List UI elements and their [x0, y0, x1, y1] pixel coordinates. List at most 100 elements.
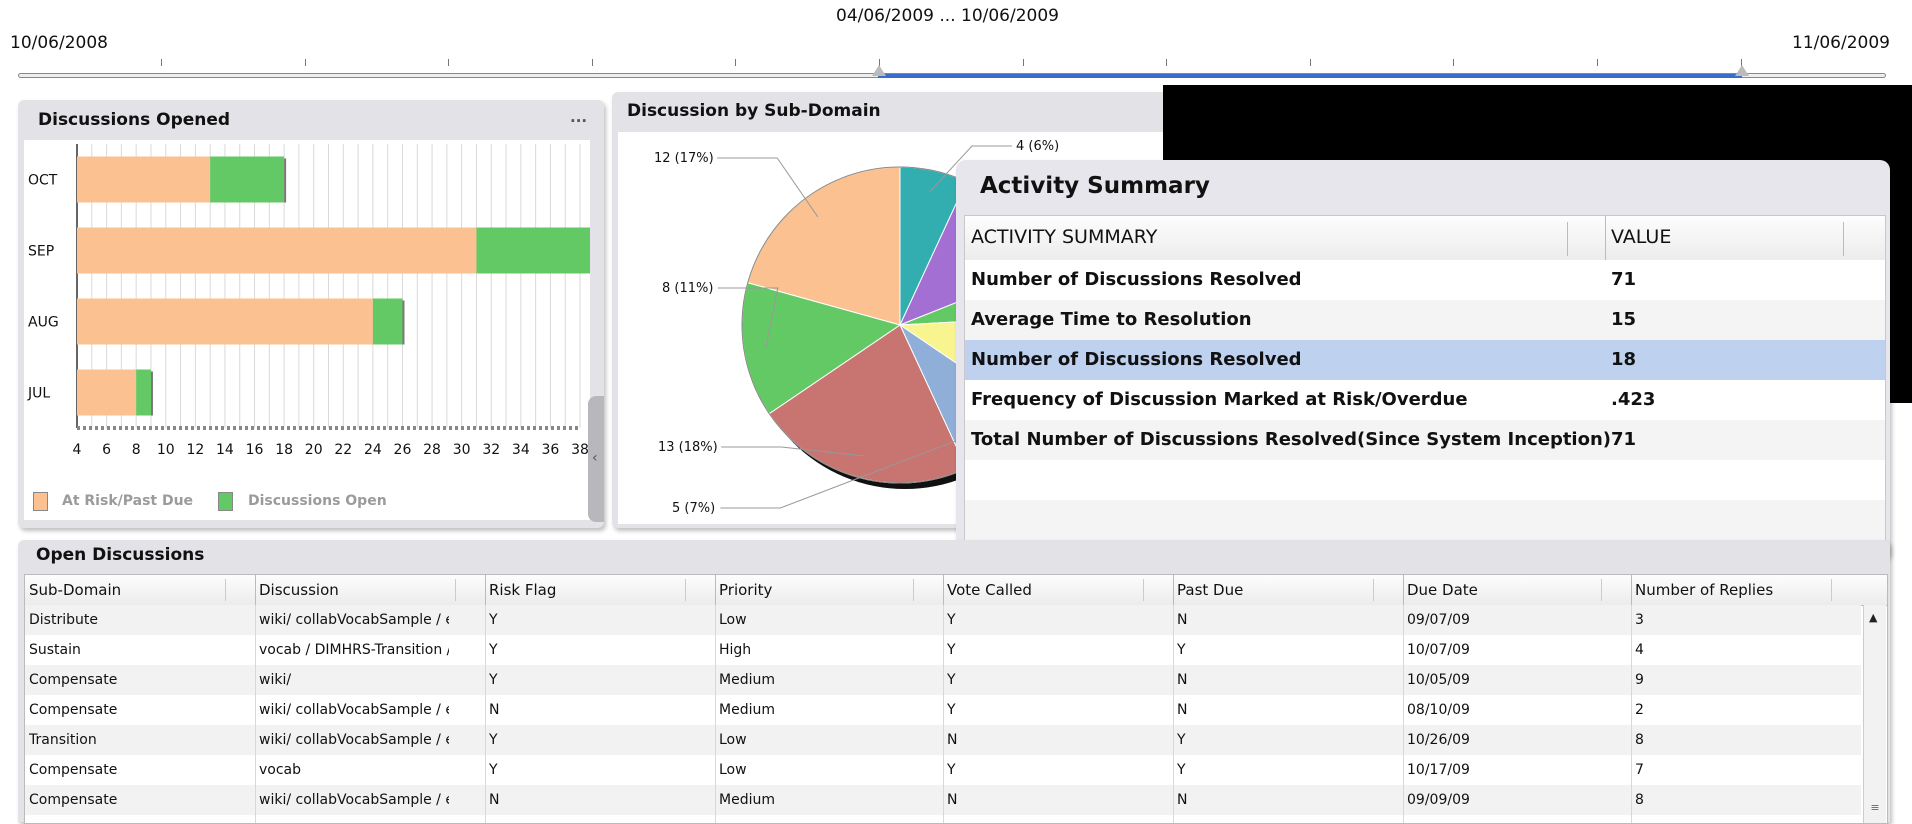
cell-priority: Medium	[719, 672, 775, 688]
cell-number-of-replies: 7	[1635, 762, 1644, 778]
cell-priority: Medium	[719, 702, 775, 718]
panel-title: Discussion by Sub-Domain	[627, 101, 881, 121]
cell-due-date: 10/05/09	[1407, 672, 1470, 688]
open-discussions-grid: Sub-Domain Discussion Risk Flag Priority…	[24, 574, 1888, 824]
timeline-tick	[1166, 59, 1168, 66]
cell-past-due: Y	[1177, 762, 1186, 778]
x-tick-label: 6	[102, 442, 111, 458]
open-discussions-panel: Open Discussions Sub-Domain Discussion R…	[18, 540, 1890, 824]
column-divider	[1831, 579, 1832, 601]
category-label: JUL	[27, 386, 50, 402]
chevron-left-icon: ‹	[592, 450, 598, 466]
cell-discussion: wiki/ collabVocabSample / entry	[259, 792, 449, 808]
column-divider	[943, 605, 944, 823]
cell-discussion: wiki/ collabVocabSample / entry	[259, 612, 449, 628]
column-header-sub-domain[interactable]: Sub-Domain	[29, 581, 121, 599]
pie-data-label: 13 (18%)	[658, 440, 718, 455]
column-divider	[715, 575, 716, 605]
cell-number-of-replies: 3	[1635, 612, 1644, 628]
x-tick-label: 10	[157, 442, 175, 458]
timeline-end-label: 11/06/2009	[1792, 33, 1890, 53]
cell-vote-called: Y	[947, 642, 956, 658]
cell-due-date: 09/09/09	[1407, 792, 1470, 808]
activity-summary-grid: ACTIVITY SUMMARY VALUE Number of Discuss…	[964, 215, 1886, 562]
x-tick-label: 36	[541, 442, 559, 458]
table-row[interactable]: Total Number of Discussions Resolved(Sin…	[965, 420, 1885, 460]
table-row[interactable]: Number of Discussions Resolved 71	[965, 260, 1885, 300]
cell-due-date: 08/10/09	[1407, 702, 1470, 718]
cell-past-due: N	[1177, 612, 1188, 628]
pie-data-label: 8 (11%)	[662, 281, 713, 296]
column-divider	[1173, 575, 1174, 605]
cell-sub-domain: Compensate	[29, 672, 118, 688]
timeline-start-label: 10/06/2008	[10, 33, 108, 53]
table-row[interactable]: Average Time to Resolution 15	[965, 300, 1885, 340]
column-header-vote-called[interactable]: Vote Called	[947, 581, 1032, 599]
activity-value: 71	[1611, 269, 1637, 290]
cell-number-of-replies: 2	[1635, 702, 1644, 718]
pie-data-label: 4 (6%)	[1016, 139, 1059, 154]
timeline-selected-range[interactable]	[878, 74, 1742, 78]
cell-vote-called: Y	[947, 672, 956, 688]
vertical-scrollbar[interactable]: ▲ ≡	[1863, 605, 1886, 823]
legend-label-open: Discussions Open	[248, 493, 387, 509]
column-divider	[1403, 575, 1404, 605]
cell-priority: Low	[719, 612, 747, 628]
cell-past-due: N	[1177, 672, 1188, 688]
cell-sub-domain: Distribute	[29, 612, 98, 628]
timeline-start-handle[interactable]	[872, 65, 886, 76]
discussions-opened-panel: Discussions Opened ... 4 6 8 10 12 14 16 18 20 22…	[18, 100, 604, 528]
timeline-tick	[1309, 59, 1311, 66]
activity-name: Total Number of Discussions Resolved(Sin…	[971, 429, 1612, 450]
activity-summary-panel: Activity Summary ACTIVITY SUMMARY VALUE …	[956, 160, 1890, 562]
timeline-selection-label: 04/06/2009 ... 10/06/2009	[836, 6, 1059, 26]
column-header-discussion[interactable]: Discussion	[259, 581, 339, 599]
column-divider	[1567, 222, 1568, 256]
cell-discussion: vocab / DIMHRS-Transition / ent	[259, 642, 449, 658]
x-tick-label: 16	[246, 442, 264, 458]
cell-priority: Low	[719, 732, 747, 748]
panel-menu-icon[interactable]: ...	[570, 108, 587, 126]
bar-segment	[210, 156, 285, 203]
column-divider	[1631, 605, 1632, 823]
x-tick-label: 14	[216, 442, 234, 458]
column-divider	[715, 605, 716, 823]
timeline-tick	[735, 59, 737, 66]
pie-data-label: 5 (7%)	[672, 501, 715, 516]
column-header-number-of-replies[interactable]: Number of Replies	[1635, 581, 1773, 599]
timeline-tick	[1022, 59, 1024, 66]
column-header-activity[interactable]: ACTIVITY SUMMARY	[971, 226, 1157, 248]
cell-past-due: Y	[1177, 732, 1186, 748]
column-divider	[1605, 216, 1606, 260]
column-header-due-date[interactable]: Due Date	[1407, 581, 1478, 599]
column-divider	[1403, 605, 1404, 823]
timeline-end-handle[interactable]	[1735, 65, 1749, 76]
column-divider	[485, 575, 486, 605]
table-row-selected[interactable]: Number of Discussions Resolved 18	[965, 340, 1885, 380]
column-header-risk-flag[interactable]: Risk Flag	[489, 581, 556, 599]
category-label: SEP	[28, 244, 54, 260]
cell-risk-flag: Y	[489, 732, 498, 748]
cell-due-date: 09/07/09	[1407, 612, 1470, 628]
panel-collapse-handle[interactable]: ‹	[588, 396, 604, 522]
activity-name: Number of Discussions Resolved	[971, 349, 1302, 370]
column-header-past-due[interactable]: Past Due	[1177, 581, 1243, 599]
column-header-value[interactable]: VALUE	[1611, 226, 1671, 248]
column-divider	[1143, 579, 1144, 601]
legend-swatch-open	[218, 492, 233, 511]
cell-priority: High	[719, 642, 752, 658]
table-row[interactable]: Frequency of Discussion Marked at Risk/O…	[965, 380, 1885, 420]
timeline-tick	[1453, 59, 1455, 66]
column-header-priority[interactable]: Priority	[719, 581, 772, 599]
empty-row	[965, 500, 1885, 540]
column-divider	[943, 575, 944, 605]
x-tick-label: 18	[275, 442, 293, 458]
bar-segment	[136, 369, 151, 416]
x-tick-label: 24	[364, 442, 382, 458]
scroll-up-arrow-icon[interactable]: ▲	[1869, 611, 1877, 624]
column-divider	[1173, 605, 1174, 823]
open-discussions-rows: Distribute wiki/ collabVocabSample / entr…	[25, 605, 1861, 823]
scroll-grip-icon[interactable]: ≡	[1868, 801, 1882, 815]
column-divider	[255, 575, 256, 605]
column-divider	[225, 579, 226, 601]
